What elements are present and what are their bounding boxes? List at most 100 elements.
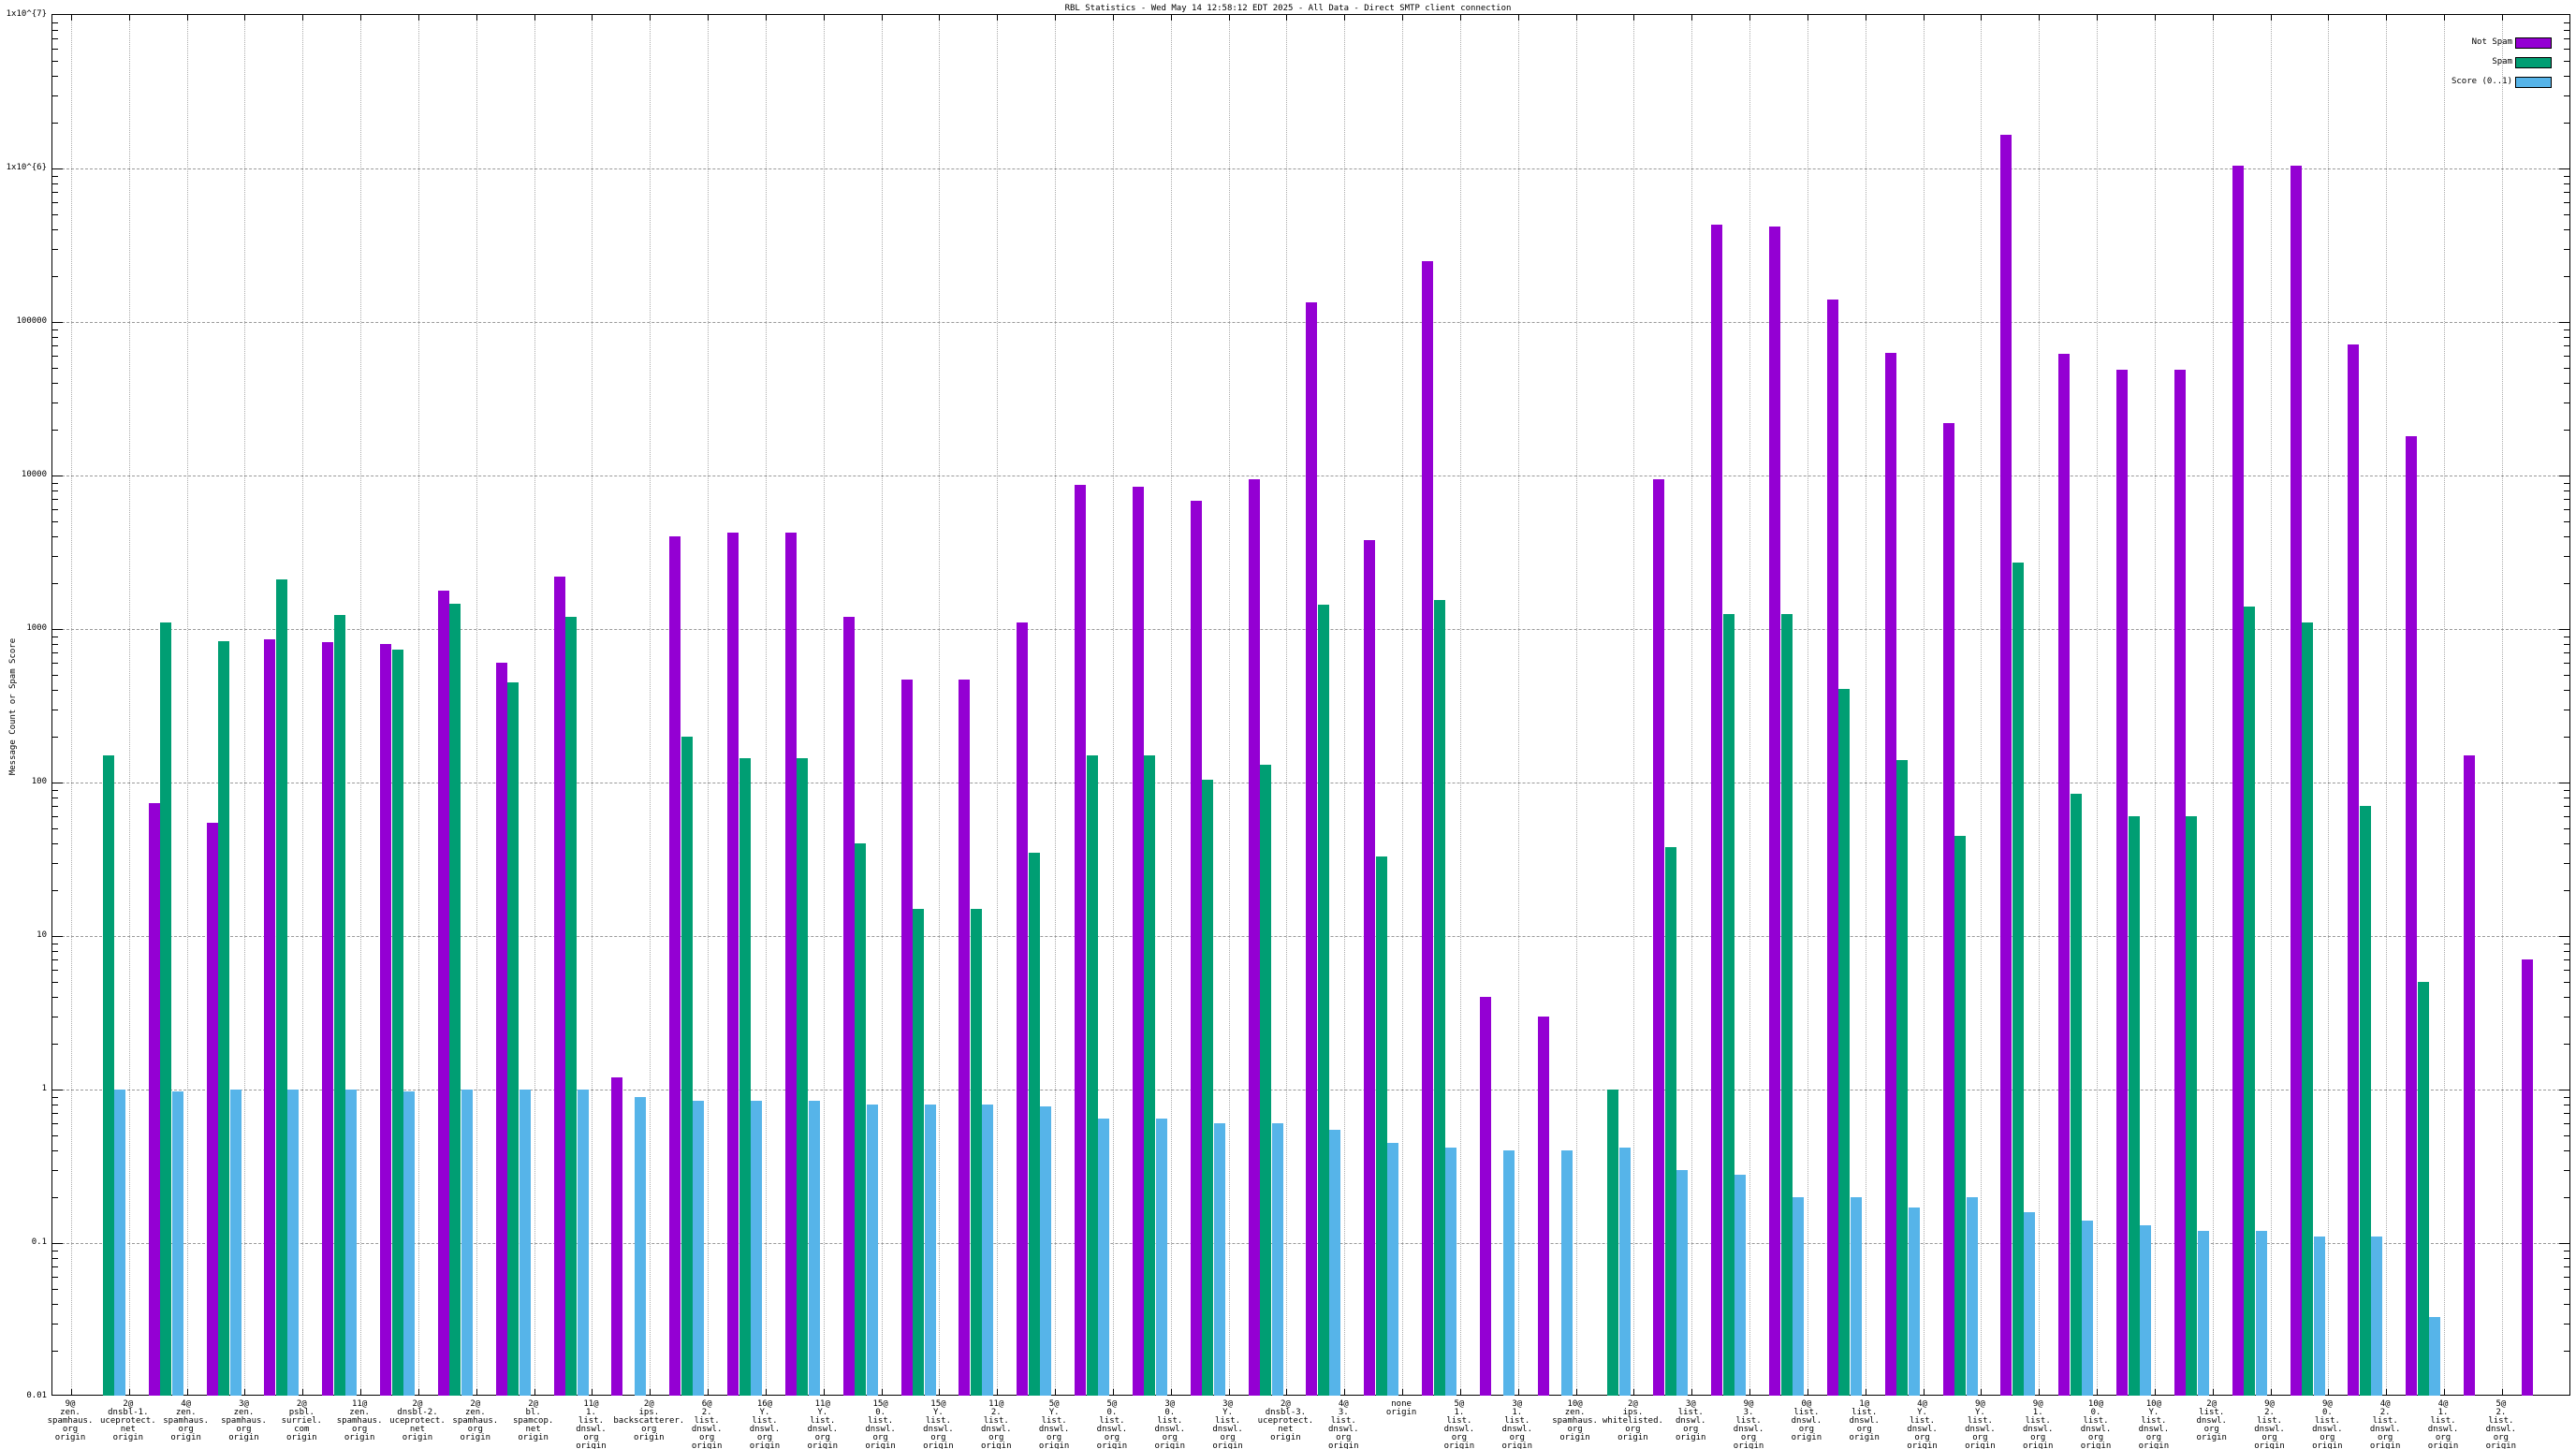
x-gridline bbox=[882, 15, 883, 1395]
y-minor-tick bbox=[2564, 1258, 2569, 1259]
x-tick bbox=[244, 15, 245, 21]
x-tick bbox=[360, 1389, 361, 1395]
x-gridline bbox=[187, 15, 188, 1395]
x-tick bbox=[129, 15, 130, 21]
bar-score-0-1- bbox=[578, 1090, 589, 1396]
y-minor-tick bbox=[2564, 790, 2569, 791]
y-minor-tick bbox=[2564, 556, 2569, 557]
x-tick bbox=[71, 1389, 72, 1395]
bar-score-0-1- bbox=[925, 1105, 936, 1396]
bar-score-0-1- bbox=[1503, 1150, 1515, 1396]
bar-score-0-1- bbox=[2371, 1237, 2382, 1396]
y-minor-tick bbox=[52, 1123, 58, 1124]
legend-label: Spam bbox=[2492, 57, 2512, 66]
y-minor-tick bbox=[52, 1097, 58, 1098]
y-minor-tick bbox=[2564, 509, 2569, 510]
bar-score-0-1- bbox=[693, 1101, 704, 1396]
x-tick bbox=[1344, 1389, 1345, 1395]
y-minor-tick bbox=[2564, 806, 2569, 807]
y-minor-tick bbox=[2564, 536, 2569, 537]
bar-score-0-1- bbox=[230, 1090, 242, 1396]
x-tick bbox=[2271, 15, 2272, 21]
x-tick bbox=[1113, 1389, 1114, 1395]
y-minor-tick bbox=[2564, 1170, 2569, 1171]
x-gridline bbox=[71, 15, 72, 1395]
y-minor-tick bbox=[2564, 483, 2569, 484]
y-minor-tick bbox=[52, 214, 58, 215]
bar-score-0-1- bbox=[1676, 1170, 1688, 1396]
y-minor-tick bbox=[52, 329, 58, 330]
bar-score-0-1- bbox=[1851, 1197, 1862, 1396]
y-minor-tick bbox=[2564, 863, 2569, 864]
bar-spam bbox=[507, 682, 519, 1396]
y-minor-tick bbox=[2564, 521, 2569, 522]
bar-score-0-1- bbox=[2256, 1231, 2267, 1396]
x-tick bbox=[939, 1389, 940, 1395]
x-tick bbox=[1402, 1389, 1403, 1395]
bar-not-spam bbox=[264, 639, 275, 1396]
bar-not-spam bbox=[1133, 487, 1144, 1396]
y-tick-label: 1 bbox=[0, 1085, 47, 1093]
bar-score-0-1- bbox=[1561, 1150, 1573, 1396]
x-tick bbox=[1518, 15, 1519, 21]
x-gridline bbox=[2213, 15, 2214, 1395]
x-gridline bbox=[2155, 15, 2156, 1395]
y-minor-tick bbox=[2564, 1304, 2569, 1305]
y-minor-tick bbox=[52, 49, 58, 50]
x-tick bbox=[302, 15, 303, 21]
x-gridline bbox=[1981, 15, 1982, 1395]
x-tick bbox=[418, 1389, 419, 1395]
x-tick bbox=[302, 1389, 303, 1395]
y-minor-tick bbox=[52, 1304, 58, 1305]
bar-score-0-1- bbox=[1619, 1148, 1631, 1396]
y-minor-tick bbox=[2564, 368, 2569, 369]
y-minor-tick bbox=[2564, 982, 2569, 983]
y-minor-tick bbox=[52, 183, 58, 184]
bar-spam bbox=[449, 604, 461, 1396]
bar-score-0-1- bbox=[1040, 1106, 1051, 1396]
x-tick bbox=[2213, 1389, 2214, 1395]
x-tick bbox=[824, 15, 825, 21]
bar-not-spam bbox=[380, 644, 391, 1396]
y-minor-tick bbox=[2564, 329, 2569, 330]
bar-not-spam bbox=[1191, 501, 1202, 1396]
bar-spam bbox=[1318, 605, 1329, 1396]
x-tick bbox=[1981, 15, 1982, 21]
y-minor-tick bbox=[2564, 1044, 2569, 1045]
y-minor-tick bbox=[2564, 816, 2569, 817]
bar-score-0-1- bbox=[1445, 1148, 1456, 1396]
bar-spam bbox=[797, 758, 808, 1396]
legend-label: Not Spam bbox=[2472, 37, 2512, 47]
x-tick bbox=[766, 15, 767, 21]
x-gridline bbox=[476, 15, 477, 1395]
y-minor-tick bbox=[2564, 249, 2569, 250]
x-gridline bbox=[1518, 15, 1519, 1395]
bar-not-spam bbox=[2348, 344, 2359, 1396]
x-tick bbox=[2386, 15, 2387, 21]
y-minor-tick bbox=[2564, 890, 2569, 891]
bar-spam bbox=[681, 737, 693, 1396]
y-minor-tick bbox=[2564, 95, 2569, 96]
y-minor-tick bbox=[52, 383, 58, 384]
bar-spam bbox=[1434, 600, 1445, 1396]
x-tick bbox=[939, 15, 940, 21]
x-tick bbox=[824, 1389, 825, 1395]
y-minor-tick bbox=[52, 1324, 58, 1325]
bar-spam bbox=[276, 579, 287, 1396]
x-gridline bbox=[302, 15, 303, 1395]
x-gridline bbox=[650, 15, 651, 1395]
bar-spam bbox=[1896, 760, 1908, 1396]
bar-not-spam bbox=[2058, 354, 2070, 1396]
y-minor-tick bbox=[52, 509, 58, 510]
y-tick bbox=[52, 322, 63, 323]
y-minor-tick bbox=[52, 583, 58, 584]
x-tick bbox=[2502, 15, 2503, 21]
y-minor-tick bbox=[2564, 123, 2569, 124]
y-minor-tick bbox=[2564, 652, 2569, 653]
y-minor-tick bbox=[52, 997, 58, 998]
bar-not-spam bbox=[2116, 370, 2128, 1396]
y-minor-tick bbox=[52, 1351, 58, 1352]
y-minor-tick bbox=[2564, 229, 2569, 230]
plot-area bbox=[51, 14, 2570, 1396]
x-tick bbox=[1576, 15, 1577, 21]
